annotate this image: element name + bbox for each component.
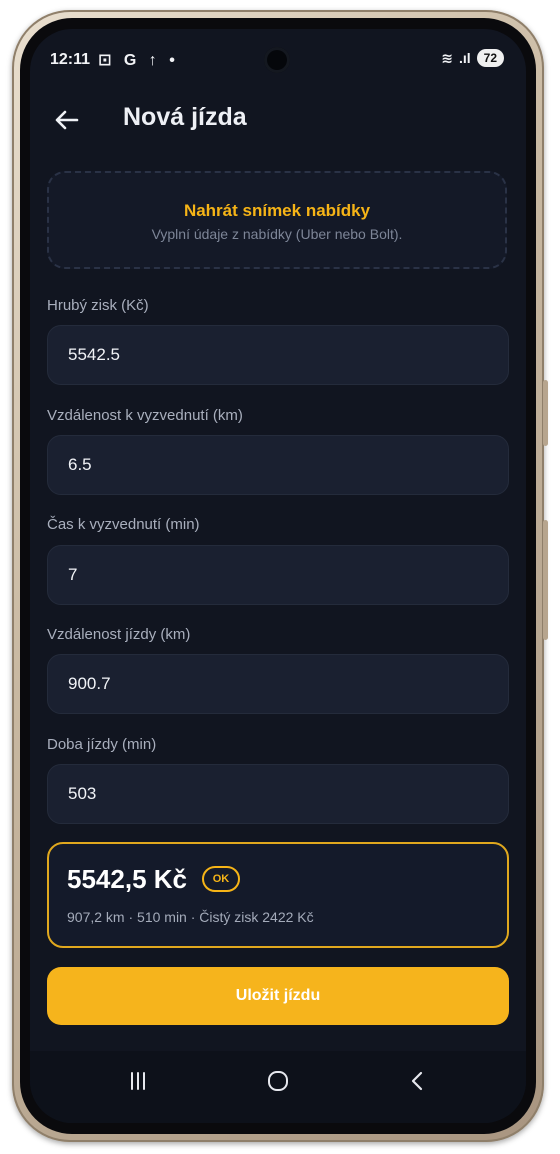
pickup-time-input[interactable]: 7 [47, 545, 509, 605]
status-bar: 12:11 ⊡ G ↑ • ≋ .ıl 72 [30, 29, 526, 89]
pickup-distance-input[interactable]: 6.5 [47, 435, 509, 495]
arrow-left-icon[interactable] [52, 105, 82, 135]
back-icon[interactable] [406, 1069, 430, 1093]
ride-distance-input[interactable]: 900.7 [47, 654, 509, 714]
upload-screenshot-card[interactable]: Nahrát snímek nabídky Vyplní údaje z nab… [47, 171, 507, 269]
page-title: Nová jízda [123, 103, 247, 131]
summary-amount: 5542,5 Kč [67, 864, 187, 894]
save-ride-button[interactable]: Uložit jízdu [47, 967, 509, 1025]
pickup-time-label: Čas k vyzvednutí (min) [47, 516, 200, 533]
status-time: 12:11 [50, 51, 91, 68]
notification-icons: ⊡ G ↑ • [98, 52, 179, 69]
power-button [543, 520, 548, 640]
android-nav-bar [30, 1051, 526, 1123]
ride-duration-input[interactable]: 503 [47, 764, 509, 824]
gross-profit-label: Hrubý zisk (Kč) [47, 297, 149, 314]
ride-distance-label: Vzdálenost jízdy (km) [47, 626, 191, 643]
upload-title: Nahrát snímek nabídky [183, 201, 371, 220]
gross-profit-input[interactable]: 5542.5 [47, 325, 509, 385]
recents-icon[interactable] [126, 1069, 150, 1093]
battery-icon: 72 [476, 49, 504, 67]
volume-button [543, 380, 548, 446]
status-icons-right: ≋ .ıl 72 [441, 49, 504, 67]
front-camera [264, 47, 290, 73]
app-header: Nová jízda [30, 99, 526, 149]
pickup-distance-label: Vzdálenost k vyzvednutí (km) [47, 407, 243, 424]
upload-subtitle: Vyplní údaje z nabídky (Uber nebo Bolt). [151, 226, 403, 242]
screen: 12:11 ⊡ G ↑ • ≋ .ıl 72 Nová jízda Nahrát… [30, 29, 526, 1123]
ride-summary-card: 5542,5 Kč OK 907,2 km · 510 min · Čistý … [47, 842, 509, 948]
wifi-icon: ≋ [441, 49, 453, 66]
ride-duration-label: Doba jízdy (min) [47, 736, 157, 753]
ok-badge: OK [202, 866, 240, 892]
summary-details: 907,2 km · 510 min · Čistý zisk 2422 Kč [67, 909, 314, 925]
signal-icon: .ıl [458, 50, 471, 66]
home-icon[interactable] [266, 1069, 290, 1093]
